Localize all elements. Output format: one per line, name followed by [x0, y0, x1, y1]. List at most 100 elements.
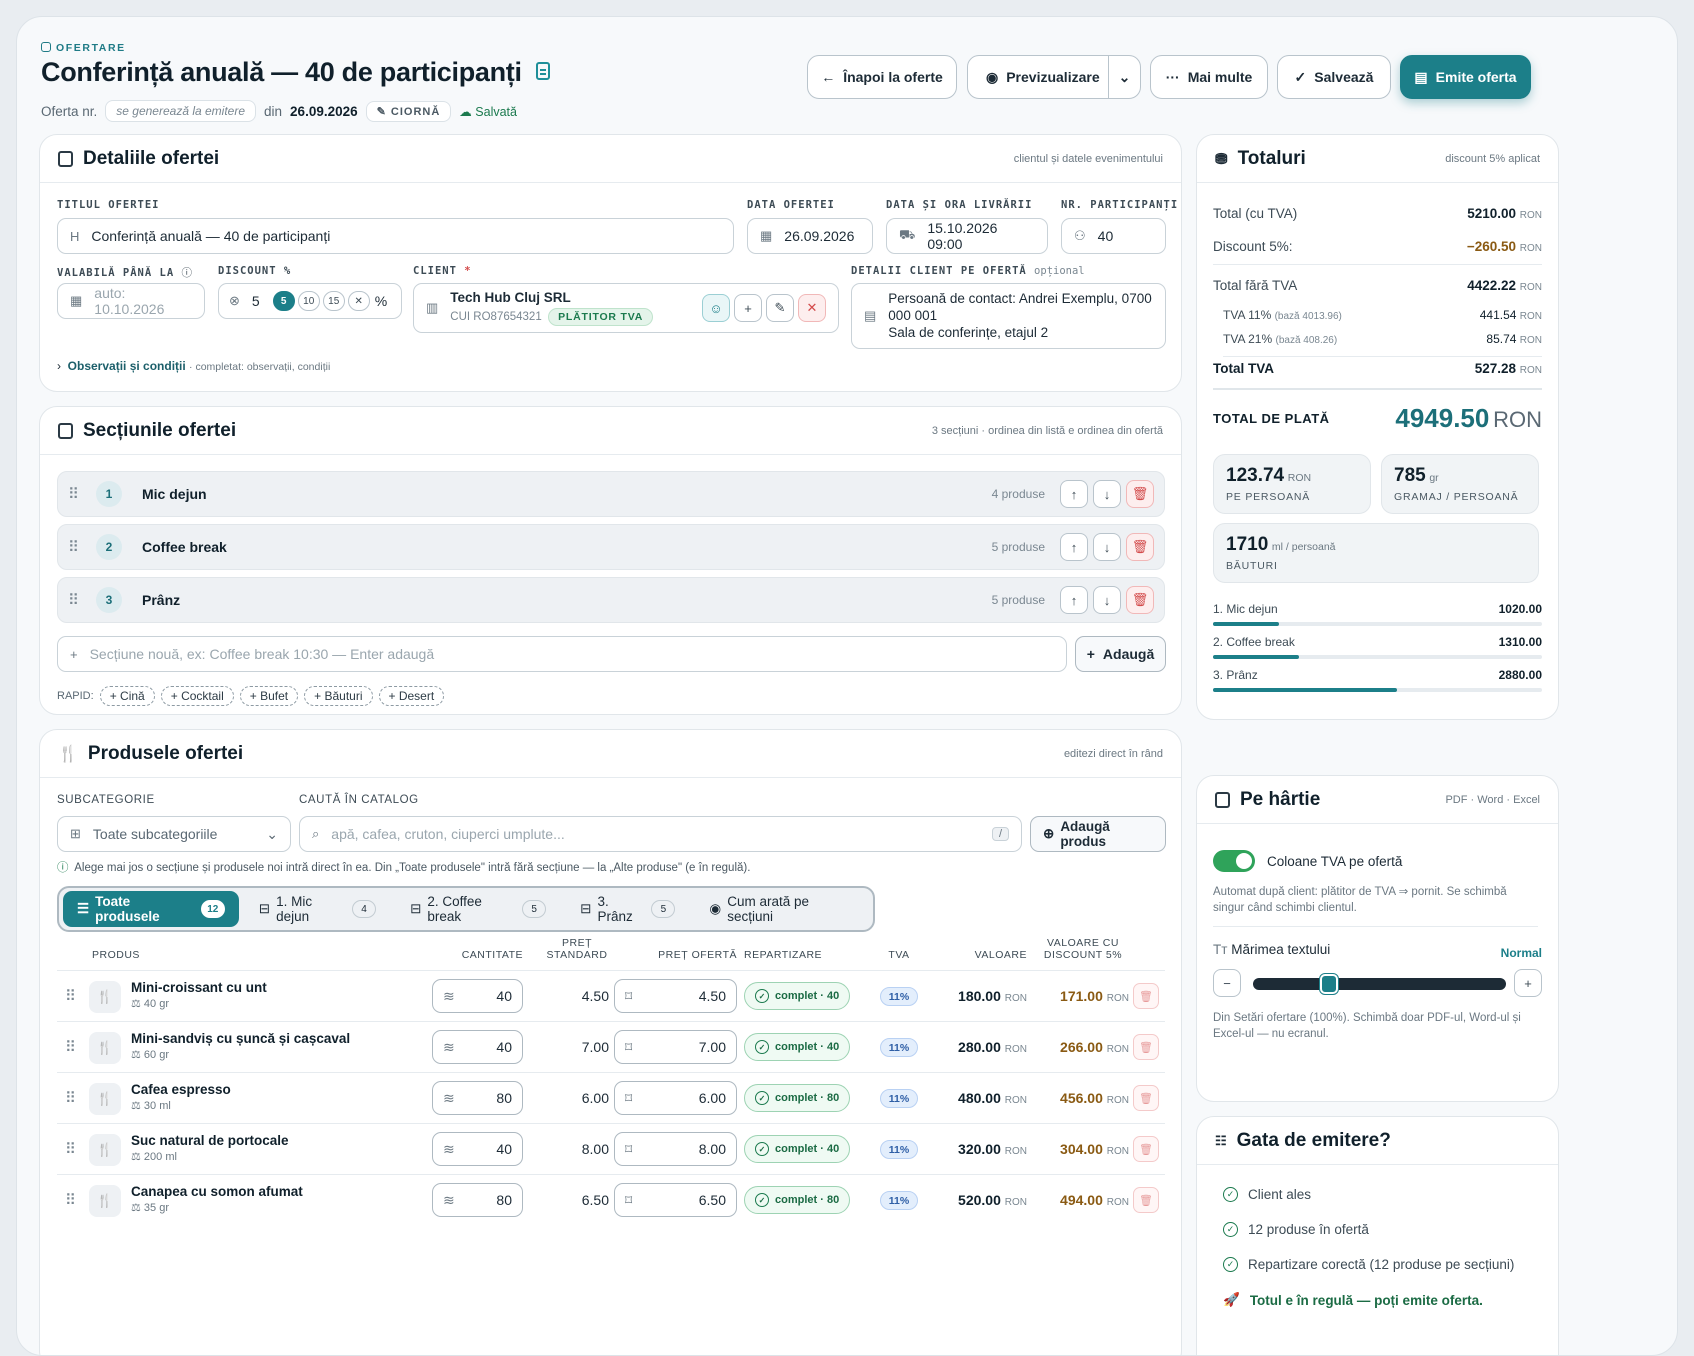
offer-title-label: TITLUL OFERTEI [57, 199, 160, 211]
table-row[interactable]: ⠿ 🍴 Mini-sandviș cu șuncă și cașcaval ⚖ 60 … [57, 1021, 1165, 1072]
trash-icon[interactable]: 🗑 [1133, 1034, 1159, 1060]
notes-toggle[interactable]: › Observații și condiții · completat: ob… [57, 359, 330, 373]
remove-client-icon[interactable]: ✕ [798, 294, 826, 322]
client-selector[interactable]: ▥ Tech Hub Cluj SRL CUI RO87654321 PLĂTI… [413, 283, 839, 333]
trash-icon[interactable]: 🗑 [1126, 586, 1154, 614]
quick-chip[interactable]: + Băuturi [304, 686, 373, 706]
catalog-search-input[interactable]: ⌕ apă, cafea, cruton, ciuperci umplute...… [299, 816, 1022, 852]
split-badge[interactable]: ✓ complet · 40 [744, 1033, 851, 1061]
drag-handle-icon[interactable]: ⠿ [65, 1191, 76, 1209]
tab-all-products[interactable]: ☰ Toate produsele 12 [63, 891, 239, 927]
document-icon[interactable] [535, 62, 550, 80]
split-badge[interactable]: ✓ complet · 40 [744, 1135, 851, 1163]
vat-badge[interactable]: 11% [880, 1191, 918, 1210]
add-product-button[interactable]: ⊕ Adaugă produs [1030, 816, 1166, 852]
trash-icon[interactable]: 🗑 [1126, 533, 1154, 561]
quantity-input[interactable]: ≋ 40 [432, 1132, 523, 1166]
client-contact-icon[interactable]: ☺ [702, 294, 730, 322]
new-section-input[interactable]: + Secțiune nouă, ex: Coffee break 10:30 —… [57, 636, 1067, 672]
tab-coffee-break[interactable]: ⊟ 2. Coffee break 5 [396, 891, 560, 927]
increase-text-button[interactable]: + [1514, 969, 1542, 997]
drag-handle-icon[interactable]: ⠿ [65, 1140, 76, 1158]
check-icon: ✓ [755, 1193, 769, 1207]
quantity-input[interactable]: ≋ 40 [432, 1030, 523, 1064]
quick-chip[interactable]: + Cocktail [160, 686, 234, 706]
table-row[interactable]: ⠿ 🍴 Canapea cu somon afumat ⚖ 35 gr ≋ 80 6.50 ⌑… [57, 1174, 1165, 1225]
quantity-input[interactable]: ≋ 80 [432, 1183, 523, 1217]
quick-chip[interactable]: + Bufet [239, 686, 299, 706]
subcategory-select[interactable]: ⊞ Toate subcategoriile ⌄ [57, 816, 291, 852]
text-size-slider[interactable] [1253, 974, 1506, 994]
split-badge[interactable]: ✓ complet · 80 [744, 1186, 851, 1214]
discount-chip-15[interactable]: 15 [322, 291, 345, 311]
offer-price-input[interactable]: ⌑ 4.50 [614, 979, 737, 1013]
drag-handle-icon[interactable]: ⠿ [68, 591, 92, 609]
vat-columns-toggle[interactable] [1213, 850, 1255, 872]
discount-input[interactable]: ⊗ 5 5 10 15 ✕ % [218, 283, 402, 319]
arrow-down-icon[interactable]: ↓ [1093, 586, 1121, 614]
table-row[interactable]: ⠿ 🍴 Mini-croissant cu unt ⚖ 40 gr ≋ 40 4.50 ⌑ 4.… [57, 970, 1165, 1021]
participants-input[interactable]: ⚇ 40 [1061, 218, 1166, 254]
offer-price-input[interactable]: ⌑ 6.00 [614, 1081, 737, 1115]
drag-handle-icon[interactable]: ⠿ [65, 1038, 76, 1056]
arrow-up-icon[interactable]: ↑ [1060, 586, 1088, 614]
split-badge[interactable]: ✓ complet · 80 [744, 1084, 851, 1112]
decrease-text-button[interactable]: − [1213, 969, 1241, 997]
arrow-down-icon[interactable]: ↓ [1093, 533, 1121, 561]
arrow-up-icon[interactable]: ↑ [1060, 533, 1088, 561]
client-details-textarea[interactable]: ▤ Persoană de contact: Andrei Exemplu, 0… [851, 283, 1166, 349]
section-row[interactable]: ⠿ 1 Mic dejun 4 produse ↑ ↓ 🗑 [57, 471, 1165, 517]
vat-badge[interactable]: 11% [880, 1140, 918, 1159]
vat-badge[interactable]: 11% [880, 1038, 918, 1057]
slider-thumb[interactable] [1319, 974, 1338, 994]
arrow-up-icon[interactable]: ↑ [1060, 480, 1088, 508]
edit-client-icon[interactable]: ✎ [766, 294, 794, 322]
quantity-input[interactable]: ≋ 40 [432, 979, 523, 1013]
discount-chip-5[interactable]: 5 [272, 291, 295, 311]
offer-price-input[interactable]: ⌑ 8.00 [614, 1132, 737, 1166]
preview-dropdown-toggle[interactable]: ⌄ [1108, 56, 1140, 98]
vat-badge[interactable]: 11% [880, 987, 918, 1006]
offer-price-input[interactable]: ⌑ 7.00 [614, 1030, 737, 1064]
offer-title-input[interactable]: H Conferință anuală — 40 de participanți [57, 218, 734, 254]
more-button[interactable]: ··· Mai multe [1150, 55, 1268, 99]
add-section-button[interactable]: + Adaugă [1075, 636, 1166, 672]
delivery-input[interactable]: ⛟ 15.10.2026 09:00 [886, 218, 1048, 254]
issue-offer-button[interactable]: ▤ Emite oferta [1400, 55, 1531, 99]
vat-badge[interactable]: 11% [880, 1089, 918, 1108]
offer-date-input[interactable]: ▦ 26.09.2026 [747, 218, 873, 254]
split-badge[interactable]: ✓ complet · 40 [744, 982, 851, 1010]
tab-mic-dejun[interactable]: ⊟ 1. Mic dejun 4 [245, 891, 390, 927]
save-button[interactable]: ✓ Salvează [1277, 55, 1391, 99]
quantity-input[interactable]: ≋ 80 [432, 1081, 523, 1115]
info-icon[interactable]: ⓘ [181, 267, 193, 279]
trash-icon[interactable]: 🗑 [1133, 1187, 1159, 1213]
tab-section-view[interactable]: ◉ Cum arată pe secțiuni [695, 891, 869, 927]
tab-pranz[interactable]: ⊟ 3. Prânz 5 [566, 891, 689, 927]
trash-icon[interactable]: 🗑 [1133, 983, 1159, 1009]
trash-icon[interactable]: 🗑 [1133, 1136, 1159, 1162]
offer-price-input[interactable]: ⌑ 6.50 [614, 1183, 737, 1217]
add-client-icon[interactable]: + [734, 294, 762, 322]
back-button[interactable]: ← Înapoi la oferte [807, 55, 957, 99]
drag-handle-icon[interactable]: ⠿ [68, 538, 92, 556]
trash-icon[interactable]: 🗑 [1133, 1085, 1159, 1111]
draft-badge: ✎ CIORNĂ [365, 100, 452, 122]
drag-handle-icon[interactable]: ⠿ [65, 987, 76, 1005]
quick-chip[interactable]: + Cină [99, 686, 155, 706]
table-row[interactable]: ⠿ 🍴 Cafea espresso ⚖ 30 ml ≋ 80 6.00 ⌑ 6.00 ✓ comp… [57, 1072, 1165, 1123]
section-row[interactable]: ⠿ 2 Coffee break 5 produse ↑ ↓ 🗑 [57, 524, 1165, 570]
clear-discount-icon[interactable]: ✕ [347, 291, 370, 311]
section-total-row: 1. Mic dejun 1020.00 [1213, 602, 1542, 616]
drag-handle-icon[interactable]: ⠿ [65, 1089, 76, 1107]
section-row[interactable]: ⠿ 3 Prânz 5 produse ↑ ↓ 🗑 [57, 577, 1165, 623]
arrow-down-icon[interactable]: ↓ [1093, 480, 1121, 508]
preview-button[interactable]: ◉ Previzualizare ⌄ [967, 55, 1141, 99]
drag-handle-icon[interactable]: ⠿ [68, 485, 92, 503]
quick-chip[interactable]: + Desert [378, 686, 445, 706]
valid-until-input[interactable]: ▦ auto: 10.10.2026 [57, 283, 205, 319]
trash-icon[interactable]: 🗑 [1126, 480, 1154, 508]
table-row[interactable]: ⠿ 🍴 Suc natural de portocale ⚖ 200 ml ≋ 40 8.0… [57, 1123, 1165, 1174]
fork-knife-icon: 🍴 [89, 1134, 121, 1166]
discount-chip-10[interactable]: 10 [297, 291, 320, 311]
